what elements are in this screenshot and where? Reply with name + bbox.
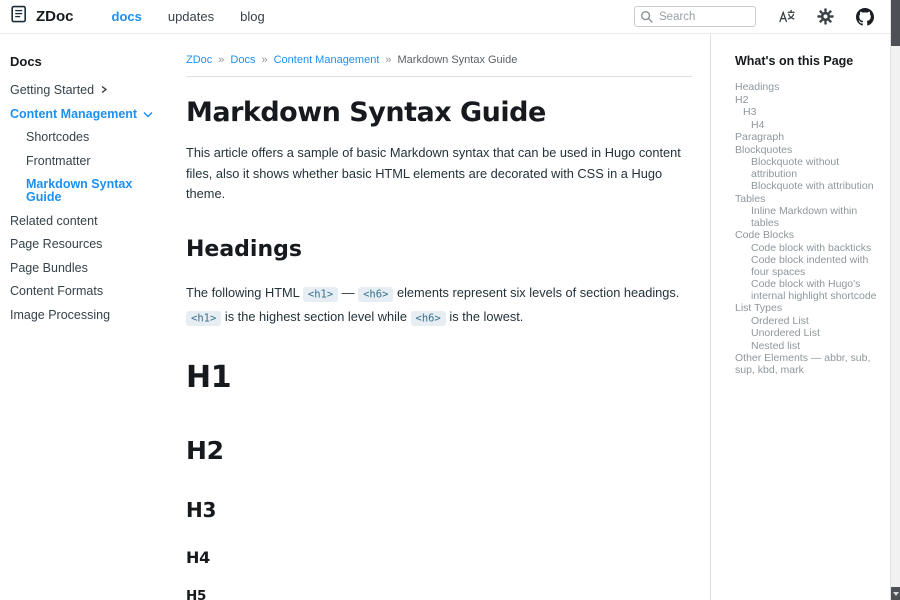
toc-item-h4[interactable]: H4 (735, 120, 888, 132)
toc-sidebar: What's on this Page Headings H2 H3 H4 Pa… (710, 34, 900, 600)
toc-item-unordered-list[interactable]: Unordered List (735, 328, 888, 340)
toc-item-paragraph[interactable]: Paragraph (735, 132, 888, 144)
breadcrumb-link-zdoc[interactable]: ZDoc (186, 54, 212, 67)
breadcrumb-separator: » (218, 54, 224, 67)
scrollbar-down-arrow[interactable] (891, 587, 900, 600)
sidebar-item-label: Related content (10, 215, 98, 228)
toc-item-code-block-with-backticks[interactable]: Code block with backticks (735, 243, 888, 255)
inline-code-h6: <h6> (358, 287, 393, 302)
nav-links: docs updates blog (112, 9, 265, 24)
breadcrumb-link-docs[interactable]: Docs (230, 54, 255, 67)
sidebar-item-label: Getting Started (10, 84, 94, 97)
sidebar-item-label: Shortcodes (26, 131, 89, 144)
text-fragment: is the lowest. (449, 309, 523, 324)
toc-item-inline-markdown-within-tables[interactable]: Inline Markdown within tables (735, 206, 888, 229)
intro-paragraph: This article offers a sample of basic Ma… (186, 143, 691, 205)
chevron-right-icon (100, 84, 108, 97)
sidebar-item-getting-started[interactable]: Getting Started (10, 84, 170, 97)
sidebar-item-image-processing[interactable]: Image Processing (10, 309, 170, 322)
text-fragment: elements represent six levels of section… (397, 285, 679, 300)
scrollbar[interactable] (890, 0, 900, 600)
sidebar-item-shortcodes[interactable]: Shortcodes (10, 131, 170, 144)
scrollbar-thumb[interactable] (891, 0, 900, 46)
toc-item-list-types[interactable]: List Types (735, 303, 888, 315)
translate-icon[interactable] (778, 8, 795, 25)
breadcrumb-separator: » (261, 54, 267, 67)
toc-item-tables[interactable]: Tables (735, 194, 888, 206)
toc-item-blockquote-with-attribution[interactable]: Blockquote with attribution (735, 181, 888, 193)
sidebar-item-label: Page Bundles (10, 262, 88, 275)
nav-link-blog[interactable]: blog (240, 9, 265, 24)
text-fragment: — (342, 285, 355, 300)
nav-link-docs[interactable]: docs (112, 9, 142, 24)
toc-item-nested-list[interactable]: Nested list (735, 341, 888, 353)
sample-heading-h5: H5 (186, 588, 692, 600)
toc-item-h3[interactable]: H3 (735, 107, 888, 119)
breadcrumb-link-content-management[interactable]: Content Management (274, 54, 380, 67)
text-fragment: The following HTML (186, 285, 299, 300)
toc-item-blockquote-without-attribution[interactable]: Blockquote without attribution (735, 157, 888, 180)
sidebar-item-content-management[interactable]: Content Management (10, 108, 170, 121)
toc-item-ordered-list[interactable]: Ordered List (735, 316, 888, 328)
search-box (634, 6, 756, 27)
nav-link-updates[interactable]: updates (168, 9, 214, 24)
sample-heading-h1: H1 (186, 360, 692, 396)
brand-name[interactable]: ZDoc (36, 8, 74, 25)
text-fragment: is the highest section level while (225, 309, 407, 324)
logo-icon (10, 5, 28, 28)
sidebar-item-label: Image Processing (10, 309, 110, 322)
navbar-actions (634, 6, 874, 27)
breadcrumb-separator: » (385, 54, 391, 67)
breadcrumb-current: Markdown Syntax Guide (398, 54, 518, 67)
inline-code-h1: <h1> (186, 311, 221, 326)
sidebar-item-markdown-syntax-guide[interactable]: Markdown Syntax Guide (10, 178, 170, 204)
sidebar-item-label: Markdown Syntax Guide (26, 178, 170, 204)
page-title: Markdown Syntax Guide (186, 97, 692, 129)
toc-item-blockquotes[interactable]: Blockquotes (735, 145, 888, 157)
sample-heading-h2: H2 (186, 436, 692, 466)
sample-heading-h3: H3 (186, 498, 692, 522)
sidebar-title: Docs (10, 54, 170, 69)
top-navbar: ZDoc docs updates blog (0, 0, 900, 34)
main-content: ZDoc » Docs » Content Management » Markd… (178, 34, 710, 600)
breadcrumb: ZDoc » Docs » Content Management » Markd… (186, 54, 692, 67)
sidebar-item-label: Page Resources (10, 238, 102, 251)
sidebar-item-related-content[interactable]: Related content (10, 215, 170, 228)
sidebar-item-label: Frontmatter (26, 155, 91, 168)
search-icon (640, 10, 654, 29)
breadcrumb-divider (186, 76, 692, 77)
toc-item-h2[interactable]: H2 (735, 95, 888, 107)
sidebar-item-frontmatter[interactable]: Frontmatter (10, 155, 170, 168)
headings-paragraph: The following HTML <h1> — <h6> elements … (186, 281, 691, 330)
sidebar-item-label: Content Formats (10, 285, 103, 298)
page-body: Docs Getting Started Content Management … (0, 34, 900, 600)
sidebar-item-label: Content Management (10, 108, 137, 121)
toc-item-headings[interactable]: Headings (735, 82, 888, 94)
inline-code-h6: <h6> (411, 311, 446, 326)
github-icon[interactable] (856, 8, 874, 26)
brand[interactable]: ZDoc (10, 5, 74, 28)
sidebar-item-page-bundles[interactable]: Page Bundles (10, 262, 170, 275)
toc-title: What's on this Page (735, 54, 888, 68)
sample-heading-h4: H4 (186, 548, 692, 568)
sidebar-item-page-resources[interactable]: Page Resources (10, 238, 170, 251)
toc-item-other-elements[interactable]: Other Elements — abbr, sub, sup, kbd, ma… (735, 353, 888, 376)
chevron-down-icon (143, 108, 153, 121)
toc-item-code-block-indented[interactable]: Code block indented with four spaces (735, 255, 888, 278)
left-sidebar: Docs Getting Started Content Management … (0, 34, 178, 600)
headings-section-title: Headings (186, 237, 692, 263)
settings-gear-icon[interactable] (817, 8, 834, 25)
inline-code-h1: <h1> (303, 287, 338, 302)
toc-item-code-blocks[interactable]: Code Blocks (735, 230, 888, 242)
toc-item-code-block-highlight-shortcode[interactable]: Code block with Hugo's internal highligh… (735, 279, 888, 302)
sidebar-item-content-formats[interactable]: Content Formats (10, 285, 170, 298)
